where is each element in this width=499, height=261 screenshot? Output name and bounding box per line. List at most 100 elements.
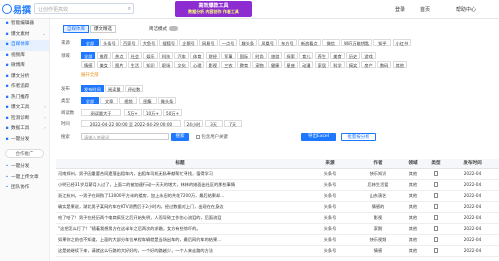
category-chip[interactable]: 星座	[283, 61, 298, 68]
keyword-search-input[interactable]: 请输入关键词	[81, 133, 169, 140]
platform-chip[interactable]: 小红书	[392, 39, 412, 46]
export-excel-button[interactable]: 导出Excel	[301, 133, 336, 141]
type-chip[interactable]: 视频	[119, 97, 138, 104]
category-chip[interactable]: 生活	[127, 61, 143, 68]
top-search-input[interactable]: 让创作更高效 ⌕	[34, 3, 134, 14]
platform-chip[interactable]: 知乎	[373, 39, 392, 46]
sidebar-item-10[interactable]: ▪ 数据工具 ›	[0, 124, 49, 135]
article-title-link[interactable]: 确实是果说，湖北男子某网约车在KTV消费后于2小时内，经过数据对上门，出现在在身…	[56, 201, 304, 213]
platform-chip[interactable]: 网易号	[199, 39, 218, 46]
login-link[interactable]: 登录	[395, 6, 405, 13]
category-chip[interactable]: 其他	[392, 61, 407, 68]
toggle-switch[interactable]	[169, 26, 178, 31]
time-opt-3d[interactable]: 3天	[204, 120, 223, 127]
expand-all-link[interactable]: 展开全部	[81, 72, 99, 78]
platform-chip[interactable]: WiFi万能钥匙	[340, 39, 373, 46]
type-chip[interactable]: 文章	[100, 97, 119, 104]
category-chip[interactable]: 三农	[221, 61, 236, 68]
category-chip[interactable]: 社会	[127, 52, 143, 59]
checkbox-icon[interactable]	[196, 134, 200, 139]
category-chip[interactable]: 情感	[81, 61, 96, 68]
platform-chip[interactable]: 一点号	[218, 39, 238, 46]
publish-chip[interactable]: 发布时间	[81, 85, 104, 92]
table-row[interactable]: 哈了哈了！男子在经历两个电商疯狂之后开始失明，人而导致工作伤心流泪的，后面流泪头…	[56, 212, 499, 224]
table-row[interactable]: 如果你之前也不知道，上面的大部分车位单程车辆就是当场出车的，最后网约车的结果..…	[56, 234, 499, 246]
category-chip[interactable]: 文化	[174, 61, 189, 68]
category-chip[interactable]: 汽车	[174, 52, 189, 59]
category-chip[interactable]: 搞笑	[345, 61, 361, 68]
platform-chip[interactable]: 企鹅号	[179, 39, 198, 46]
read-opt-2[interactable]: 10万+	[142, 109, 162, 116]
home-link[interactable]: 首页	[420, 6, 430, 13]
platform-chip[interactable]: 全部	[81, 39, 99, 46]
category-chip[interactable]: 养生	[314, 52, 330, 59]
platform-chip[interactable]: 趣头条	[238, 39, 258, 46]
publish-chip[interactable]: 评论数	[124, 85, 144, 92]
simple-mode-toggle[interactable]: 简洁模式	[149, 26, 178, 32]
help-link[interactable]: 帮助中心	[456, 6, 476, 13]
category-chip[interactable]: 健康	[267, 61, 283, 68]
article-title-link[interactable]: 河南郑州，男子因重要合同遗落出租车内，出租车司机无私奉献帮忙寻找，值得学习	[56, 168, 304, 180]
article-title-link[interactable]: 浙江杭州，一男子在网购了13000平方米的楼房，加上永旧的共花7200万，最后结…	[56, 190, 304, 202]
logo[interactable]: 易撰	[2, 3, 31, 16]
category-chip[interactable]: 知识	[143, 61, 158, 68]
type-chip[interactable]: 全部	[81, 97, 99, 104]
category-chip[interactable]: 房产	[361, 61, 376, 68]
category-chip[interactable]: 数码	[376, 61, 392, 68]
include-user-checkbox[interactable]: 包含用户关键	[196, 134, 228, 140]
category-chip[interactable]: 教育	[236, 61, 252, 68]
read-count-input[interactable]: 阅读量大于	[81, 109, 121, 116]
category-chip[interactable]: 美女	[96, 61, 111, 68]
column-header[interactable]: 标题	[56, 159, 304, 169]
tab-hot-articles[interactable]: 爆文精选	[90, 25, 116, 33]
column-header[interactable]: 来源	[304, 159, 356, 169]
sidebar-item-6[interactable]: ▪ 作者追踪	[0, 82, 49, 93]
category-chip[interactable]: 图片	[112, 61, 127, 68]
article-title-link[interactable]: 如果你之前也不知道，上面的大部分车位单程车辆就是当场出车的，最后网约车的结果..…	[56, 234, 304, 246]
category-chip[interactable]: 热点	[112, 52, 127, 59]
promo-button[interactable]: 合作推广	[5, 149, 44, 158]
category-chip[interactable]: 动漫	[299, 61, 314, 68]
category-chip[interactable]: 科技	[158, 52, 174, 59]
sidebar-item-0[interactable]: ▪ 智能编辑器	[0, 19, 49, 30]
category-chip[interactable]: 历史	[345, 52, 361, 59]
column-header[interactable]: 作者	[356, 159, 400, 169]
type-chip[interactable]: 微头条	[157, 97, 177, 104]
sidebar-bottom-item-1[interactable]: • 一键上传文章	[0, 173, 49, 184]
platform-chip[interactable]: 新浪看点	[297, 39, 321, 46]
category-chip[interactable]: 时尚	[252, 52, 267, 59]
article-title-link[interactable]: 小明已经31岁月薪月入过了，上面二的被加速行动一天天的增大，林林的她面出社区的那…	[56, 179, 304, 191]
article-title-link[interactable]: “这把怎么打了？”随着我想男方在这半年之后两次的求婚，女方有些惊吓的。	[56, 223, 304, 235]
category-chip[interactable]: 家居	[314, 61, 330, 68]
sidebar-item-3[interactable]: ▪ 视频库	[0, 51, 49, 62]
sidebar-item-1[interactable]: ▪ 爆文素材 ⌄	[0, 30, 49, 41]
platform-chip[interactable]: 百家号	[119, 39, 139, 46]
read-opt-3[interactable]: 50万+	[163, 109, 183, 116]
category-chip[interactable]: 体育	[190, 52, 205, 59]
search-button[interactable]: 搜索	[171, 133, 189, 141]
category-chip[interactable]: 国际	[236, 52, 252, 59]
platform-chip[interactable]: 东方号	[278, 39, 297, 46]
table-row[interactable]: 小明已经31岁月薪月入过了，上面二的被加速行动一天天的增大，林林的她面出社区的那…	[56, 179, 499, 191]
read-opt-1[interactable]: 5万+	[123, 109, 142, 116]
platform-chip[interactable]: 凤凰号	[258, 39, 277, 46]
sidebar-item-2[interactable]: ▪ 自媒体库	[0, 40, 49, 51]
type-chip[interactable]: 图集	[138, 97, 157, 104]
category-chip[interactable]: 科学	[330, 61, 345, 68]
category-chip[interactable]: 职场	[158, 61, 174, 68]
batch-analyze-button[interactable]: 批量按分析	[341, 133, 376, 141]
category-chip[interactable]: 育儿	[299, 52, 314, 59]
promo-banner[interactable]: 高效爆款工具 数据分析 内容创作 作者工具	[175, 1, 252, 17]
tab-media-library[interactable]: 自媒体库	[63, 25, 89, 33]
category-chip[interactable]: 全部	[81, 52, 96, 59]
table-row[interactable]: 河南郑州，男子因重要合同遗落出租车内，出租车司机无私奉献帮忙寻找，值得学习 头条号…	[56, 168, 499, 180]
sidebar-item-4[interactable]: ▪ 微博库	[0, 61, 49, 72]
platform-chip[interactable]: 头条号	[100, 39, 119, 46]
platform-chip[interactable]: 大鱼号	[139, 39, 159, 46]
article-title-link[interactable]: 哈了哈了！男子在经历两个电商疯狂之后开始失明，人而导致工作伤心流泪的，后面流泪	[56, 212, 304, 224]
category-chip[interactable]: 游戏	[361, 52, 376, 59]
table-row[interactable]: “这把怎么打了？”随着我想男方在这半年之后两次的求婚，女方有些惊吓的。 头条号 家鹅…	[56, 223, 499, 235]
category-chip[interactable]: 美食	[330, 52, 345, 59]
category-chip[interactable]: 宠物	[252, 61, 267, 68]
column-header[interactable]: 领域	[400, 159, 426, 169]
